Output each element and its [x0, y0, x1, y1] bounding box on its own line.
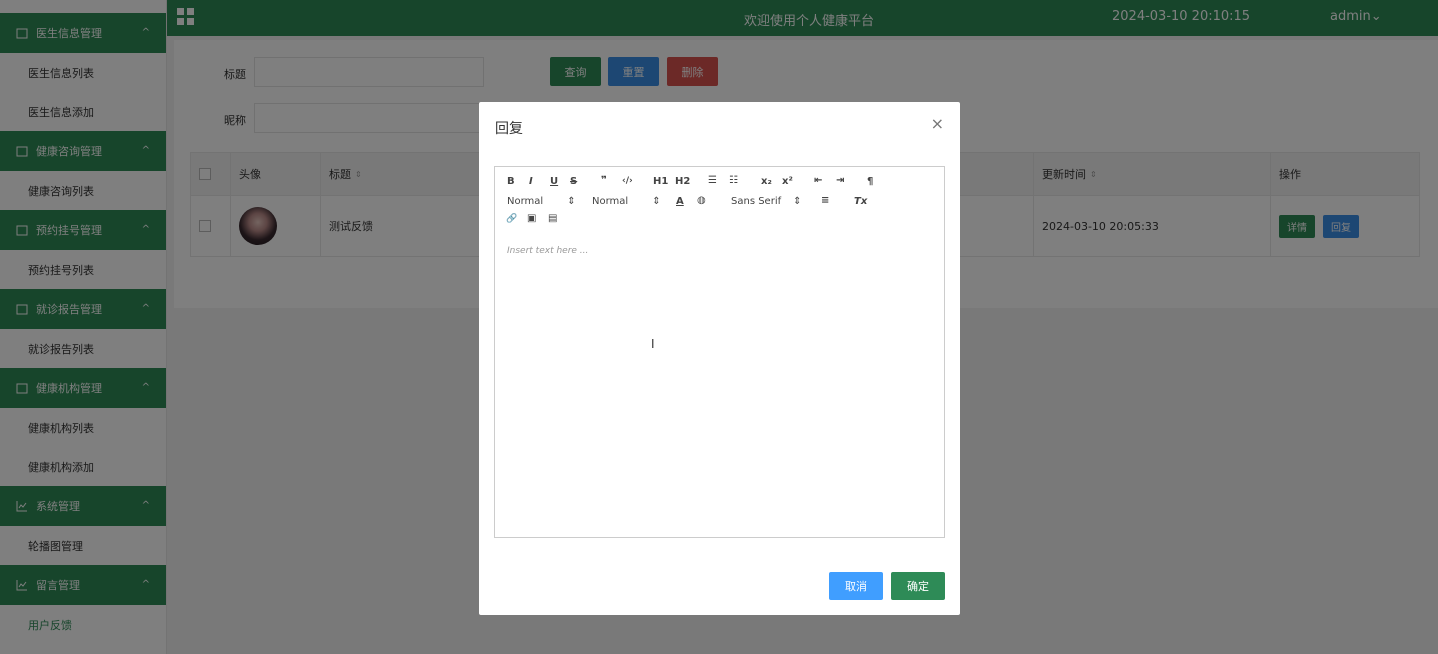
- select-arrow-icon: ⇕: [652, 196, 661, 207]
- font-select[interactable]: Sans Serif ⇕: [731, 196, 802, 207]
- reply-dialog: 回复 × B I U S ❞ ‹/› H1 H2 ☰ ☷ x₂ x² ⇤ ⇥ ¶…: [479, 102, 960, 615]
- close-icon[interactable]: ×: [931, 114, 944, 133]
- superscript-icon[interactable]: x²: [782, 176, 793, 187]
- size-select[interactable]: Normal ⇕: [592, 196, 661, 207]
- video-icon[interactable]: ▤: [548, 213, 557, 224]
- select-arrow-icon: ⇕: [567, 196, 576, 207]
- bullet-list-icon[interactable]: ☷: [729, 175, 738, 186]
- italic-icon[interactable]: I: [529, 176, 533, 187]
- indent-icon[interactable]: ⇥: [836, 175, 844, 186]
- editor-placeholder[interactable]: Insert text here ...: [507, 246, 588, 256]
- background-color-icon[interactable]: ◍: [697, 195, 706, 206]
- underline-icon[interactable]: U: [550, 176, 558, 187]
- strike-icon[interactable]: S: [570, 176, 577, 187]
- code-block-icon[interactable]: ‹/›: [622, 176, 633, 186]
- image-icon[interactable]: ▣: [527, 213, 536, 224]
- dialog-title: 回复: [495, 121, 523, 137]
- confirm-button[interactable]: 确定: [891, 572, 945, 600]
- text-direction-icon[interactable]: ¶: [867, 176, 873, 187]
- select-arrow-icon: ⇕: [793, 196, 802, 207]
- text-color-icon[interactable]: A: [676, 196, 684, 207]
- ordered-list-icon[interactable]: ☰: [708, 175, 717, 186]
- header-select[interactable]: Normal ⇕: [507, 196, 576, 207]
- outdent-icon[interactable]: ⇤: [814, 175, 822, 186]
- text-cursor-icon: I: [651, 337, 655, 351]
- size-select-value: Normal: [592, 196, 629, 207]
- clean-format-icon[interactable]: Tx: [854, 196, 867, 207]
- cancel-button[interactable]: 取消: [829, 572, 883, 600]
- header-2-icon[interactable]: H2: [675, 176, 690, 187]
- link-icon[interactable]: 🔗: [506, 214, 517, 224]
- subscript-icon[interactable]: x₂: [761, 176, 772, 187]
- header-1-icon[interactable]: H1: [653, 176, 668, 187]
- header-select-value: Normal: [507, 196, 544, 207]
- blockquote-icon[interactable]: ❞: [601, 175, 607, 186]
- align-icon[interactable]: ≡: [821, 195, 829, 206]
- rich-text-editor: B I U S ❞ ‹/› H1 H2 ☰ ☷ x₂ x² ⇤ ⇥ ¶ Norm…: [494, 166, 945, 538]
- font-select-value: Sans Serif: [731, 196, 782, 207]
- bold-icon[interactable]: B: [507, 176, 515, 187]
